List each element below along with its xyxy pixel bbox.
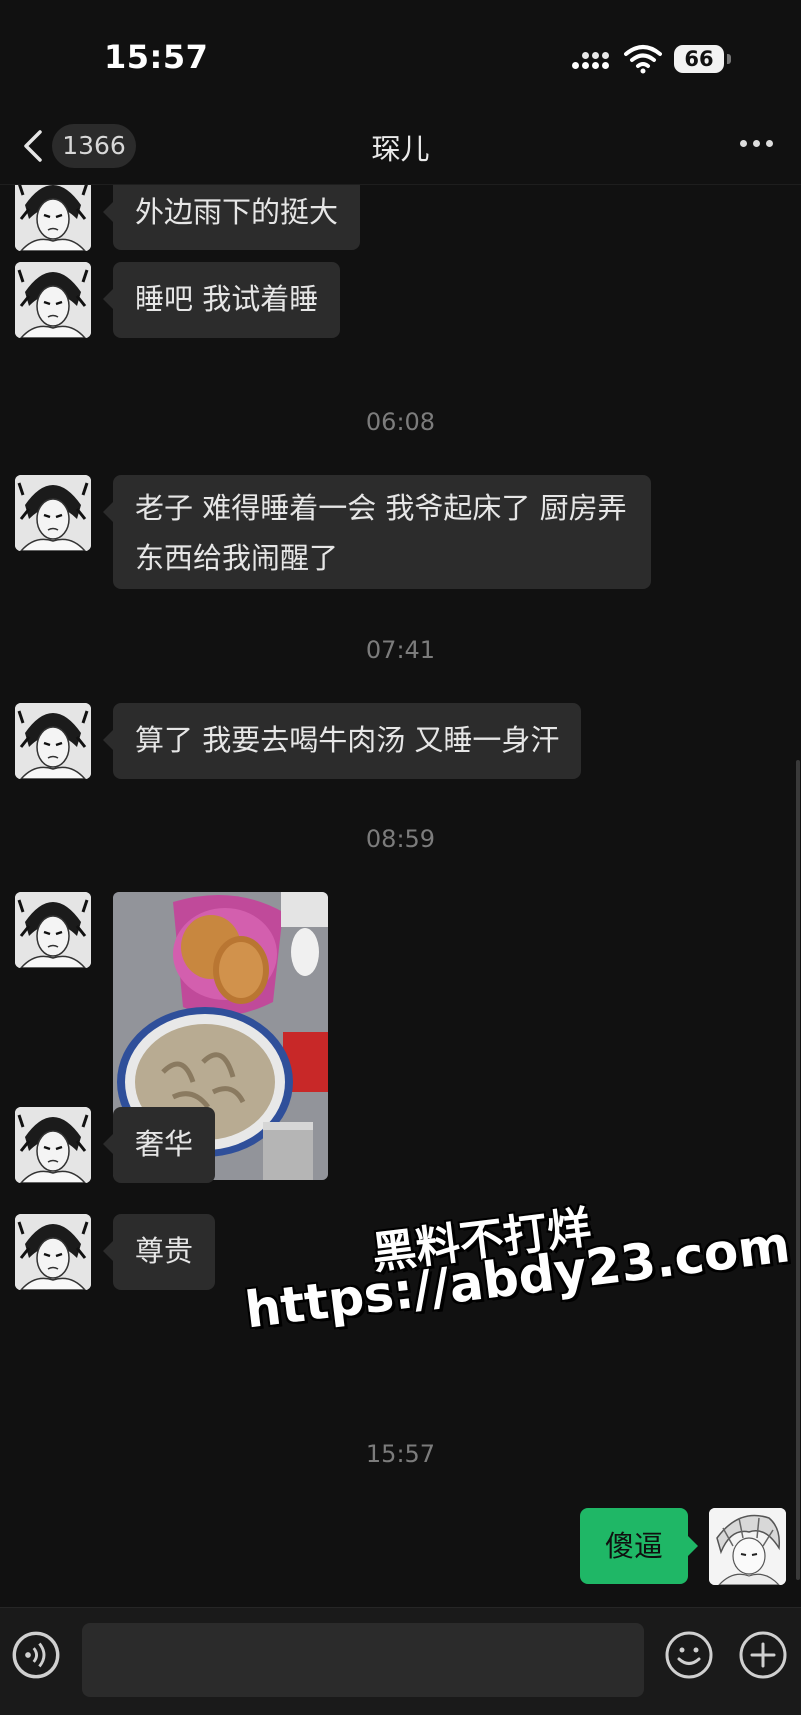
more-icon[interactable] [738, 140, 776, 150]
battery-nub [727, 54, 731, 64]
battery-icon: 66 [674, 45, 724, 73]
chat-title: 琛儿 [371, 132, 430, 166]
message-list[interactable]: 外边雨下的挺大 睡吧 我试着睡 06:08 老子 难得睡着一会 我爷起床了 厨房… [0, 185, 801, 1605]
my-avatar[interactable] [709, 1508, 786, 1585]
scrollbar[interactable] [796, 760, 800, 1580]
timestamp: 06:08 [365, 408, 436, 436]
message-input[interactable] [82, 1623, 644, 1697]
message-bubble[interactable]: 睡吧 我试着睡 [102, 262, 341, 338]
contact-avatar[interactable] [15, 703, 91, 779]
timestamp: 08:59 [365, 825, 436, 853]
chat-screen: 15:57 66 1366 琛儿 外边雨下的挺大 睡吧 我试着睡 06:08 老… [0, 0, 801, 1715]
contact-avatar[interactable] [15, 1107, 91, 1183]
plus-icon[interactable] [738, 1630, 788, 1680]
contact-avatar[interactable] [15, 185, 91, 251]
contact-avatar[interactable] [15, 892, 91, 968]
signal-icon [572, 52, 612, 72]
contact-avatar[interactable] [15, 475, 91, 551]
message-bubble[interactable]: 外边雨下的挺大 [102, 185, 361, 250]
message-bubble[interactable]: 算了 我要去喝牛肉汤 又睡一身汗 [102, 703, 582, 779]
contact-avatar[interactable] [15, 262, 91, 338]
voice-icon[interactable] [12, 1631, 60, 1679]
status-time: 15:57 [104, 38, 209, 76]
message-bubble[interactable]: 尊贵 [102, 1214, 216, 1290]
message-bubble[interactable]: 奢华 [102, 1107, 216, 1183]
my-message-bubble[interactable]: 傻逼 [580, 1508, 698, 1584]
message-bubble[interactable]: 老子 难得睡着一会 我爷起床了 厨房弄东西给我闹醒了 [103, 475, 651, 589]
timestamp: 07:41 [365, 636, 436, 664]
input-bar [0, 1607, 801, 1715]
emoji-icon[interactable] [664, 1630, 714, 1680]
contact-avatar[interactable] [15, 1214, 91, 1290]
wifi-icon [624, 45, 662, 74]
timestamp: 15:57 [365, 1440, 436, 1468]
